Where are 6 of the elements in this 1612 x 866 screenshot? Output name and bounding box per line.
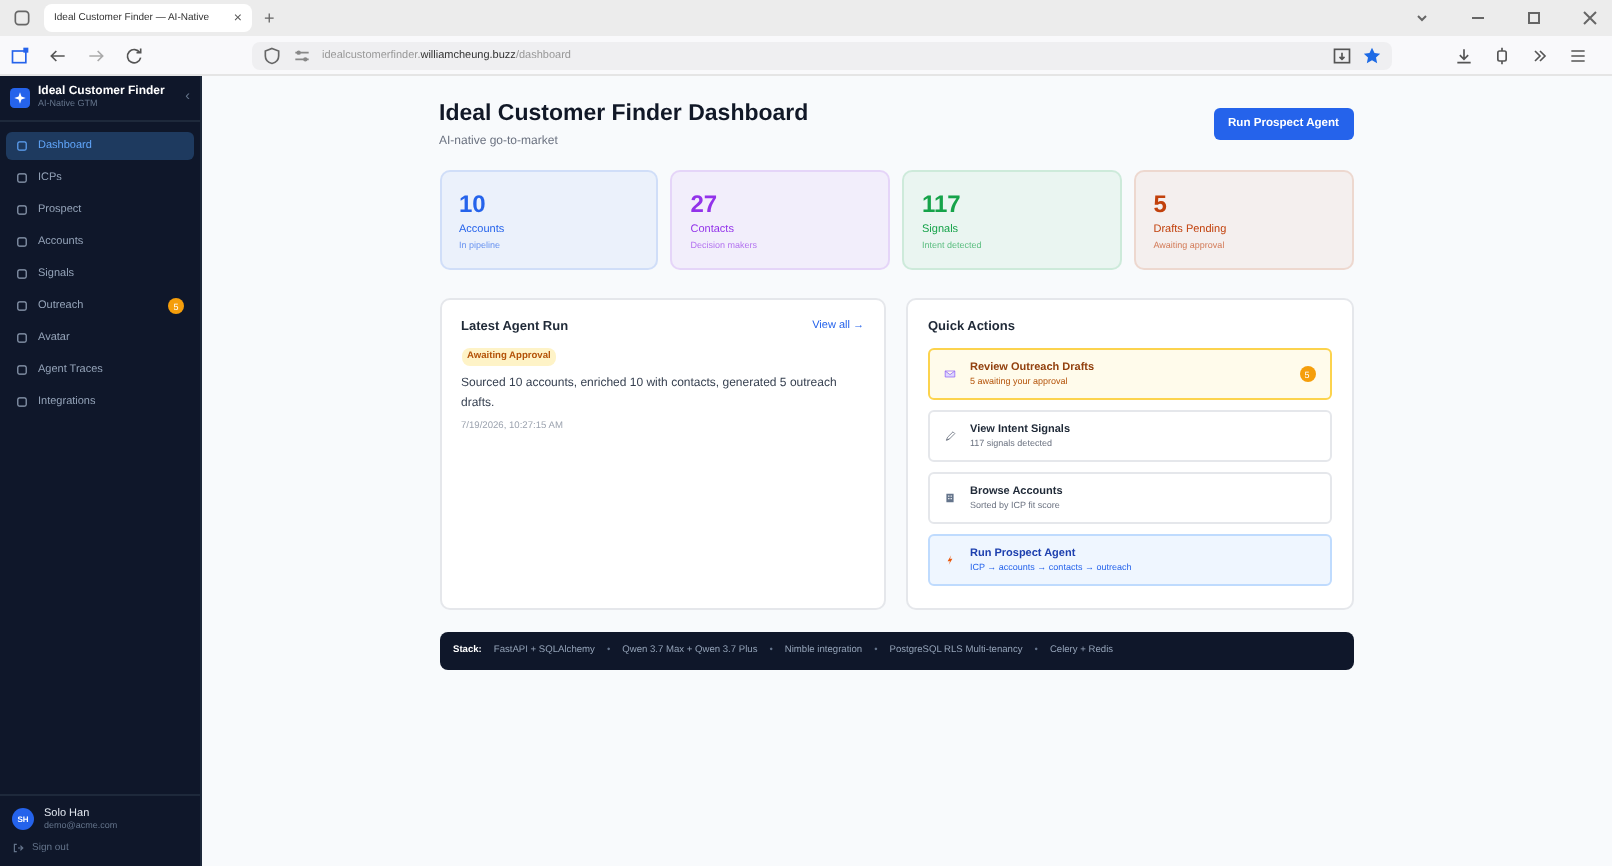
stat-value: 10	[459, 190, 488, 218]
stat-value: 27	[690, 190, 720, 218]
new-tab-button[interactable]: +	[264, 8, 275, 28]
stat-value: 117	[922, 190, 963, 218]
stat-value: 5	[1153, 190, 1169, 218]
page-title: Ideal Customer Finder Dashboard	[439, 102, 809, 126]
